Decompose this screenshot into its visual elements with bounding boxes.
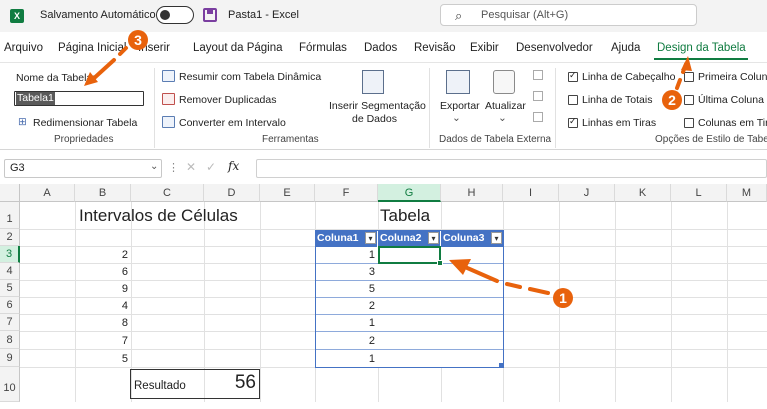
arrow-2-dash: [675, 78, 682, 90]
callout-badge-1: 1: [553, 288, 573, 308]
callout-badge-3: 3: [128, 30, 148, 50]
callout-badge-2: 2: [662, 90, 682, 110]
arrow-2-head: [681, 56, 692, 71]
arrow-3-dash: [118, 46, 128, 56]
annotation-arrows: [84, 46, 692, 295]
arrow-1-dash: [528, 287, 550, 295]
arrow-1-shaft: [463, 265, 499, 283]
arrow-1-dash: [505, 282, 522, 289]
arrow-3-shaft: [90, 58, 116, 82]
